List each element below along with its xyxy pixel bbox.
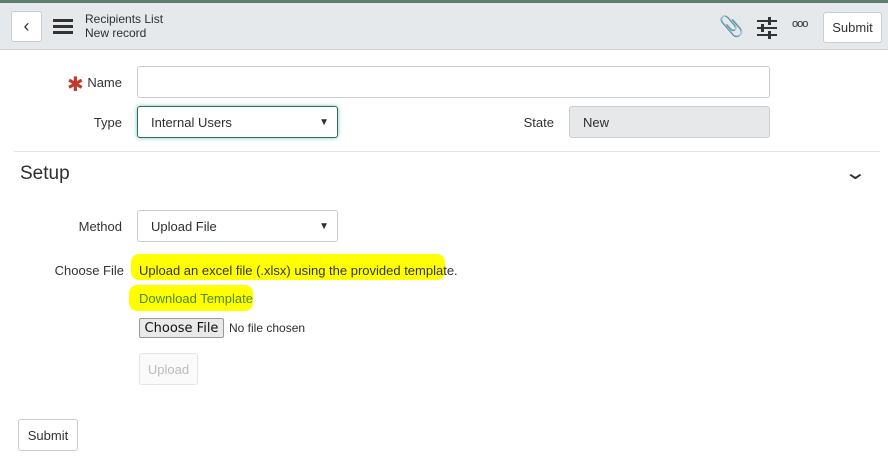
form-title: Recipients List [85, 12, 164, 26]
method-select[interactable]: Upload File ▼ [137, 210, 338, 242]
state-field: New [569, 106, 770, 138]
chevron-down-icon[interactable]: ⌄ [844, 160, 867, 185]
choose-file-button[interactable]: Choose File [139, 318, 224, 338]
form-header: ‹ Recipients List New record 📎 ooo Submi… [0, 3, 888, 50]
download-template-link[interactable]: Download Template [139, 291, 253, 306]
file-status: No file chosen [229, 321, 306, 335]
choose-file-label: Choose File [54, 263, 124, 278]
divider [14, 151, 880, 152]
method-label: Method [78, 219, 122, 234]
state-label: State [523, 115, 554, 130]
type-label: Type [93, 115, 122, 130]
form-subtitle: New record [85, 26, 147, 40]
settings-sliders-icon[interactable] [756, 16, 778, 40]
submit-button[interactable]: Submit [18, 419, 78, 451]
upload-instructions: Upload an excel file (.xlsx) using the p… [139, 263, 458, 278]
dropdown-caret-icon: ▼ [319, 220, 329, 232]
type-selected-value: Internal Users [151, 114, 232, 130]
section-title: Setup [20, 163, 70, 184]
method-selected-value: Upload File [151, 218, 217, 234]
more-options-icon[interactable]: ooo [792, 18, 808, 30]
chevron-left-icon: ‹ [23, 16, 30, 36]
upload-button[interactable]: Upload [139, 353, 198, 385]
header-submit-button[interactable]: Submit [823, 12, 882, 43]
paperclip-icon[interactable]: 📎 [719, 14, 744, 39]
hamburger-menu-icon[interactable] [53, 19, 73, 35]
name-label: Name [87, 75, 122, 90]
back-button[interactable]: ‹ [11, 11, 42, 42]
type-select[interactable]: Internal Users ▼ [137, 106, 338, 138]
dropdown-caret-icon: ▼ [319, 116, 329, 128]
name-input[interactable] [137, 66, 770, 98]
